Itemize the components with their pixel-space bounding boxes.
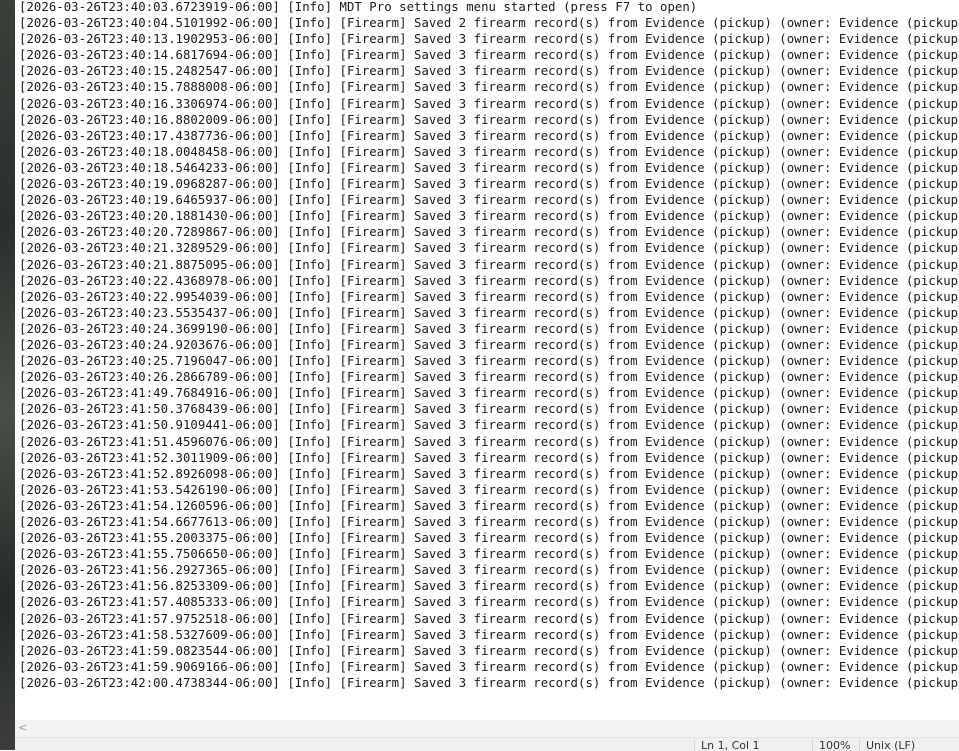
log-line: [2026-03-26T23:40:15.2482547-06:00] [Inf… <box>19 64 959 79</box>
log-line: [2026-03-26T23:41:59.0823544-06:00] [Inf… <box>19 643 959 658</box>
log-line: [2026-03-26T23:40:20.1881430-06:00] [Inf… <box>19 209 959 224</box>
log-line: [2026-03-26T23:40:23.5535437-06:00] [Inf… <box>19 305 959 320</box>
log-line: [2026-03-26T23:41:50.3768439-06:00] [Inf… <box>19 402 959 417</box>
cursor-position[interactable]: Ln 1, Col 1 <box>694 739 760 751</box>
log-line: [2026-03-26T23:40:21.3289529-06:00] [Inf… <box>19 241 959 256</box>
log-line: [2026-03-26T23:41:55.2003375-06:00] [Inf… <box>19 531 959 546</box>
log-line: [2026-03-26T23:40:18.5464233-06:00] [Inf… <box>19 160 959 175</box>
log-line: [2026-03-26T23:41:57.9752518-06:00] [Inf… <box>19 611 959 626</box>
desktop-background <box>0 0 15 750</box>
chevron-left-icon[interactable]: < <box>18 721 27 734</box>
log-line: [2026-03-26T23:41:52.8926098-06:00] [Inf… <box>19 466 959 481</box>
log-line: [2026-03-26T23:41:49.7684916-06:00] [Inf… <box>19 386 959 401</box>
log-line: [2026-03-26T23:40:22.9954039-06:00] [Inf… <box>19 289 959 304</box>
log-line: [2026-03-26T23:40:13.1902953-06:00] [Inf… <box>19 32 959 47</box>
log-line: [2026-03-26T23:41:53.5426190-06:00] [Inf… <box>19 482 959 497</box>
log-line: [2026-03-26T23:42:00.4738344-06:00] [Inf… <box>19 675 959 690</box>
log-line: [2026-03-26T23:41:57.4085333-06:00] [Inf… <box>19 595 959 610</box>
log-line: [2026-03-26T23:40:25.7196047-06:00] [Inf… <box>19 354 959 369</box>
log-line: [2026-03-26T23:40:24.9203676-06:00] [Inf… <box>19 337 959 352</box>
log-line: [2026-03-26T23:41:54.6677613-06:00] [Inf… <box>19 515 959 529</box>
log-line: [2026-03-26T23:41:54.1260596-06:00] [Inf… <box>19 498 959 513</box>
log-line: [2026-03-26T23:41:56.2927365-06:00] [Inf… <box>19 563 959 578</box>
log-line: [2026-03-26T23:41:51.4596076-06:00] [Inf… <box>19 434 959 449</box>
log-line: [2026-03-26T23:41:52.3011909-06:00] [Inf… <box>19 450 959 465</box>
log-line: [2026-03-26T23:40:26.2866789-06:00] [Inf… <box>19 370 959 385</box>
log-line: [2026-03-26T23:40:21.8875095-06:00] [Inf… <box>19 257 959 272</box>
log-line: [2026-03-26T23:40:18.0048458-06:00] [Inf… <box>19 144 959 159</box>
log-line: [2026-03-26T23:40:14.6817694-06:00] [Inf… <box>19 48 959 63</box>
log-line: [2026-03-26T23:41:56.8253309-06:00] [Inf… <box>19 579 959 594</box>
line-ending[interactable]: Unix (LF) <box>859 739 915 751</box>
log-line: [2026-03-26T23:40:16.3306974-06:00] [Inf… <box>19 96 959 111</box>
log-line: [2026-03-26T23:40:24.3699190-06:00] [Inf… <box>19 321 959 336</box>
log-line: [2026-03-26T23:40:17.4387736-06:00] [Inf… <box>19 128 959 143</box>
log-line: [2026-03-26T23:40:20.7289867-06:00] [Inf… <box>19 225 959 240</box>
status-bar: Ln 1, Col 1 100% Unix (LF) <box>15 737 959 751</box>
log-line: [2026-03-26T23:41:59.9069166-06:00] [Inf… <box>19 659 959 674</box>
log-line: [2026-03-26T23:40:15.7888008-06:00] [Inf… <box>19 80 959 95</box>
text-editor-area[interactable]: [2026-03-26T23:40:03.6723919-06:00] [Inf… <box>15 0 959 720</box>
zoom-level[interactable]: 100% <box>812 739 850 751</box>
log-line: [2026-03-26T23:40:22.4368978-06:00] [Inf… <box>19 273 959 288</box>
horizontal-scrollbar[interactable]: < <box>15 720 959 737</box>
log-line: [2026-03-26T23:41:58.5327609-06:00] [Inf… <box>19 627 959 642</box>
log-line: [2026-03-26T23:41:55.7506650-06:00] [Inf… <box>19 547 959 562</box>
log-line: [2026-03-26T23:40:19.6465937-06:00] [Inf… <box>19 193 959 208</box>
log-line: [2026-03-26T23:40:19.0968287-06:00] [Inf… <box>19 177 959 192</box>
log-line: [2026-03-26T23:40:04.5101992-06:00] [Inf… <box>19 16 959 31</box>
log-line: [2026-03-26T23:40:03.6723919-06:00] [Inf… <box>19 0 698 14</box>
log-lines: [2026-03-26T23:40:03.6723919-06:00] [Inf… <box>19 0 959 691</box>
log-line: [2026-03-26T23:41:50.9109441-06:00] [Inf… <box>19 418 959 433</box>
log-line: [2026-03-26T23:40:16.8802009-06:00] [Inf… <box>19 112 959 127</box>
